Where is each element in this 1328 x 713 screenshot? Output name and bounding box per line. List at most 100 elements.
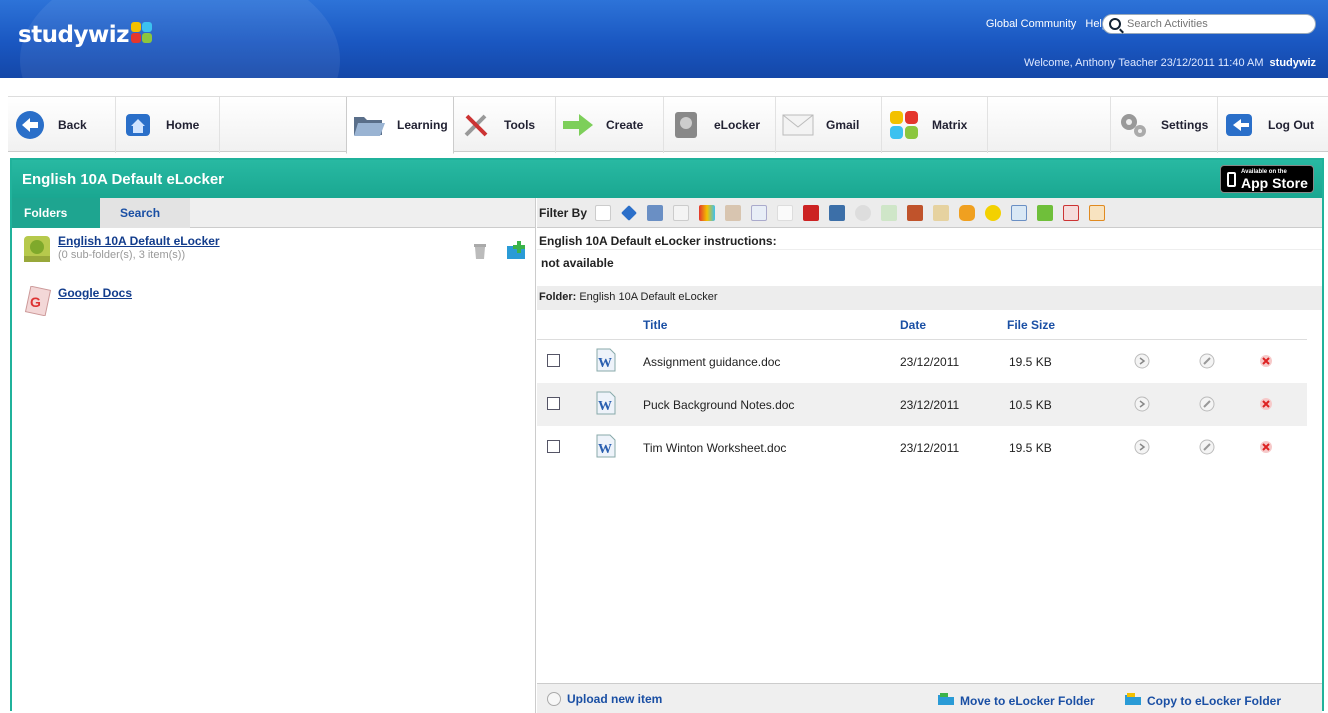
download-icon[interactable]	[1134, 353, 1150, 372]
page-icon[interactable]	[673, 204, 690, 221]
row-checkbox[interactable]	[547, 440, 560, 453]
smiley-icon[interactable]	[985, 204, 1002, 221]
create-button[interactable]: Create	[556, 97, 664, 153]
pen-icon[interactable]	[933, 204, 950, 221]
logo-text: studywiz	[18, 22, 130, 48]
folder-item-default-elocker[interactable]: English 10A Default eLocker (0 sub-folde…	[22, 234, 220, 264]
global-community-link[interactable]: Global Community	[986, 18, 1076, 30]
instructions-body: not available	[541, 256, 614, 270]
calendar-icon[interactable]	[803, 204, 820, 221]
list-icon[interactable]	[1011, 204, 1028, 221]
row-checkbox[interactable]	[547, 397, 560, 410]
gmail-button[interactable]: Gmail	[776, 97, 882, 153]
delete-icon[interactable]	[1259, 440, 1273, 457]
trash-icon[interactable]	[473, 242, 487, 263]
ppt-icon[interactable]	[1089, 204, 1106, 221]
svg-text:W: W	[598, 356, 612, 371]
folder-title-google-docs[interactable]: Google Docs	[58, 286, 132, 300]
column-title[interactable]: Title	[643, 318, 667, 332]
photo-icon[interactable]	[829, 204, 846, 221]
tools-button[interactable]: Tools	[454, 97, 556, 153]
content-pane: Filter By English 10A Default eLocker in…	[537, 198, 1322, 713]
check-icon[interactable]	[881, 204, 898, 221]
ebook-icon[interactable]	[1037, 204, 1054, 221]
music-icon[interactable]	[725, 204, 742, 221]
settings-button[interactable]: Settings	[1110, 97, 1218, 153]
move-folder-icon	[937, 692, 955, 709]
back-button[interactable]: Back	[8, 97, 116, 153]
settings-label: Settings	[1161, 118, 1209, 132]
elocker-folder-icon	[22, 234, 52, 264]
search-box[interactable]	[1102, 14, 1316, 34]
edit-icon[interactable]	[1199, 396, 1215, 415]
delete-icon[interactable]	[1259, 397, 1273, 414]
logout-icon	[1222, 110, 1258, 140]
printer-icon[interactable]	[647, 204, 664, 221]
upload-button[interactable]: Upload new item	[547, 692, 662, 706]
column-date[interactable]: Date	[900, 318, 926, 332]
move-button[interactable]: Move to eLocker Folder	[937, 692, 1095, 709]
current-folder-name: English 10A Default eLocker	[579, 291, 718, 303]
text-icon[interactable]	[777, 204, 794, 221]
current-folder-line: Folder: English 10A Default eLocker	[537, 286, 1322, 310]
table-row[interactable]: W Assignment guidance.doc 23/12/2011 19.…	[537, 340, 1307, 383]
table-header: Title Date File Size	[537, 310, 1307, 340]
search-input[interactable]	[1127, 18, 1297, 30]
file-title[interactable]: Tim Winton Worksheet.doc	[643, 441, 786, 455]
tab-search[interactable]: Search	[100, 198, 190, 228]
download-icon[interactable]	[1134, 439, 1150, 458]
left-tabs: Folders Search	[12, 198, 535, 228]
mail-icon[interactable]	[959, 204, 976, 221]
gmail-label: Gmail	[826, 118, 860, 132]
logout-button[interactable]: Log Out	[1218, 97, 1328, 153]
file-date: 23/12/2011	[900, 441, 960, 455]
logout-label: Log Out	[1268, 118, 1314, 132]
file-title[interactable]: Assignment guidance.doc	[643, 355, 780, 369]
home-button[interactable]: Home	[116, 97, 220, 153]
delete-icon[interactable]	[1259, 354, 1273, 371]
edit-icon[interactable]	[1199, 353, 1215, 372]
pdf-icon[interactable]	[1063, 204, 1080, 221]
back-label: Back	[58, 118, 87, 132]
file-size: 19.5 KB	[1009, 355, 1052, 369]
elocker-button[interactable]: eLocker	[664, 97, 776, 153]
elocker-icon	[668, 110, 704, 140]
back-arrow-icon	[12, 110, 48, 140]
svg-text:W: W	[598, 442, 612, 457]
elocker-panel: English 10A Default eLocker Available on…	[10, 158, 1324, 713]
tools-icon	[458, 110, 494, 140]
search-icon	[1109, 18, 1121, 30]
copy-button[interactable]: Copy to eLocker Folder	[1124, 692, 1281, 709]
folder-title-default-elocker[interactable]: English 10A Default eLocker	[58, 234, 220, 248]
table-row[interactable]: W Puck Background Notes.doc 23/12/2011 1…	[537, 383, 1307, 426]
matrix-button[interactable]: Matrix	[882, 97, 988, 153]
filter-bar: Filter By	[537, 198, 1322, 228]
basket-icon[interactable]	[907, 204, 924, 221]
edit-icon[interactable]	[1199, 439, 1215, 458]
folder-item-google-docs[interactable]: G Google Docs	[22, 285, 132, 317]
row-checkbox[interactable]	[547, 354, 560, 367]
upload-label: Upload new item	[567, 692, 663, 706]
envelope-icon	[780, 110, 816, 140]
learning-tab[interactable]: Learning	[346, 97, 454, 154]
appstore-line2: App Store	[1241, 174, 1308, 191]
column-file-size[interactable]: File Size	[1007, 318, 1055, 332]
diamond-icon[interactable]	[621, 204, 637, 221]
file-title[interactable]: Puck Background Notes.doc	[643, 398, 794, 412]
colors-icon[interactable]	[699, 204, 716, 221]
download-icon[interactable]	[1134, 396, 1150, 415]
studywiz-logo[interactable]: studywiz	[18, 22, 157, 48]
matrix-icon	[886, 110, 922, 140]
tab-folders[interactable]: Folders	[12, 198, 100, 228]
add-folder-icon[interactable]	[505, 240, 527, 263]
gamepad-icon[interactable]	[855, 204, 872, 221]
table-row[interactable]: W Tim Winton Worksheet.doc 23/12/2011 19…	[537, 426, 1307, 469]
svg-text:W: W	[598, 399, 612, 414]
svg-text:G: G	[30, 294, 41, 310]
file-date: 23/12/2011	[900, 398, 960, 412]
file-icon[interactable]	[595, 204, 612, 221]
app-store-badge[interactable]: Available on the App Store	[1220, 165, 1314, 193]
image-icon[interactable]	[751, 204, 768, 221]
panel-title-text: English 10A Default eLocker	[22, 171, 225, 188]
learning-label: Learning	[397, 118, 448, 132]
